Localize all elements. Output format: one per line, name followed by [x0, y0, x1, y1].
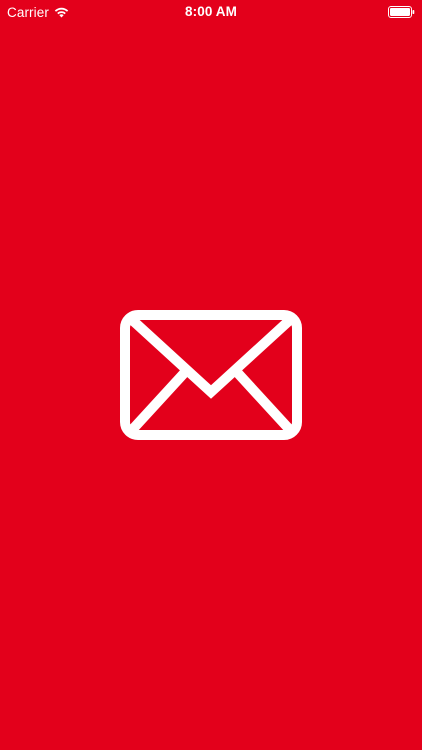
status-right: [388, 6, 415, 18]
status-left: Carrier: [7, 5, 69, 20]
battery-full-icon: [388, 6, 415, 18]
envelope-icon: [120, 310, 302, 440]
carrier-label: Carrier: [7, 4, 49, 20]
wifi-icon: [54, 7, 69, 18]
status-bar: Carrier 8:00 AM: [0, 0, 422, 24]
